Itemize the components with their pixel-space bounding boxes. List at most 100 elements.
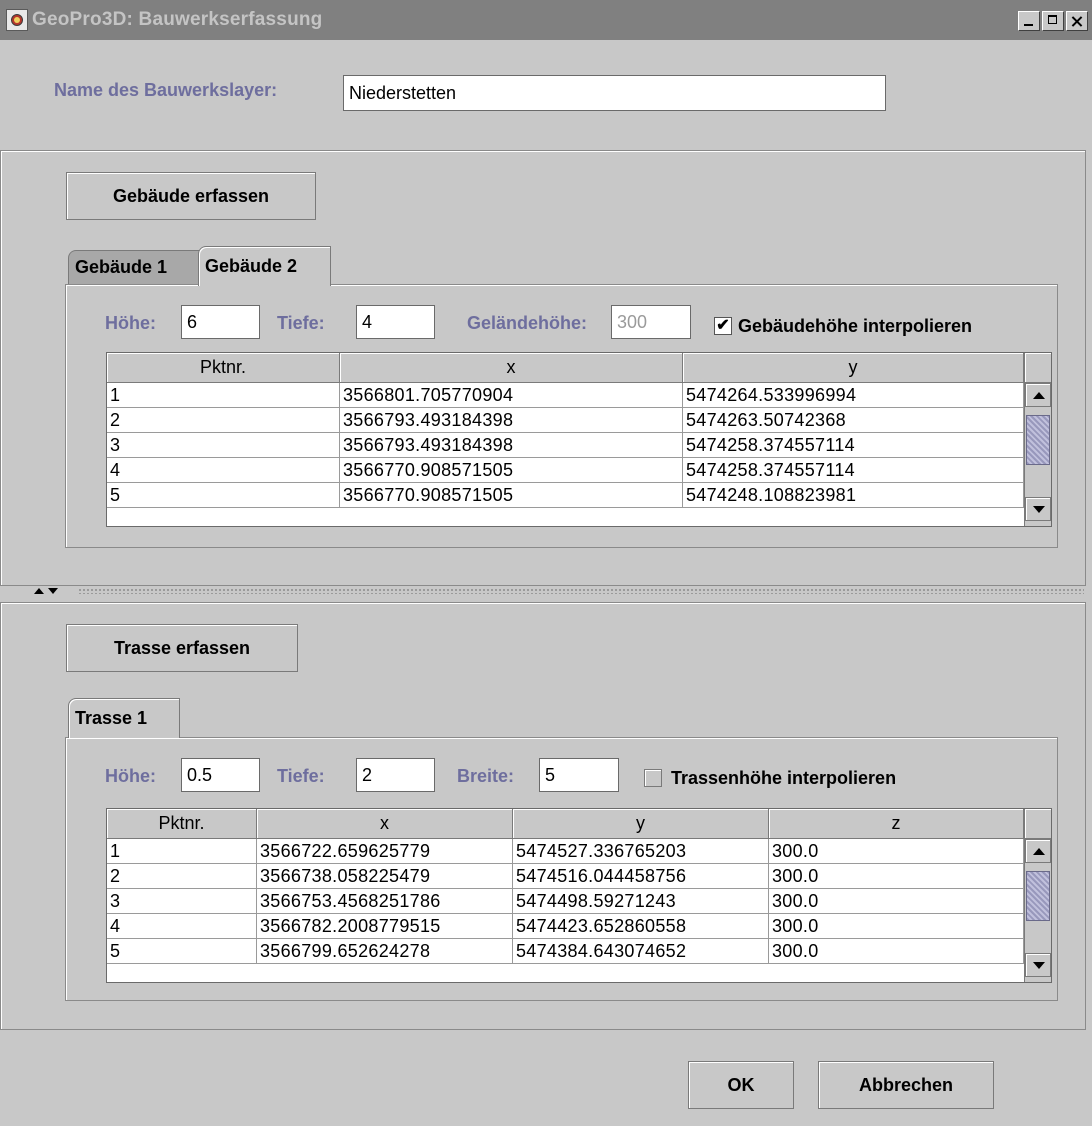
cell-x[interactable]: 3566793.493184398 <box>340 433 683 458</box>
splitter-grip[interactable] <box>78 588 1084 594</box>
cell-y[interactable]: 5474516.044458756 <box>513 864 769 889</box>
cell-pktnr[interactable]: 2 <box>107 864 257 889</box>
route-interpolate-checkbox[interactable] <box>644 769 662 787</box>
scroll-thumb[interactable] <box>1026 415 1050 465</box>
capture-route-button[interactable]: Trasse erfassen <box>66 624 298 672</box>
splitter-up-arrow-icon[interactable] <box>34 588 44 594</box>
cell-pktnr[interactable]: 5 <box>107 939 257 964</box>
cell-x[interactable]: 3566753.4568251786 <box>257 889 513 914</box>
route-depth-input[interactable]: 2 <box>356 758 435 792</box>
terrain-height-input[interactable]: 300 <box>611 305 691 339</box>
cell-y[interactable]: 5474423.652860558 <box>513 914 769 939</box>
table-row[interactable]: 5 3566770.908571505 5474248.108823981 <box>107 483 1024 508</box>
scroll-up-button[interactable] <box>1025 839 1051 863</box>
cell-pktnr[interactable]: 1 <box>107 839 257 864</box>
cell-pktnr[interactable]: 1 <box>107 383 340 408</box>
cell-pktnr[interactable]: 5 <box>107 483 340 508</box>
table-row[interactable]: 4 3566782.2008779515 5474423.652860558 3… <box>107 914 1024 939</box>
layer-name-input[interactable]: Niederstetten <box>343 75 886 111</box>
building-interpolate-checkbox[interactable]: ✔ <box>714 317 732 335</box>
cell-pktnr[interactable]: 3 <box>107 433 340 458</box>
capture-route-label: Trasse erfassen <box>113 638 251 658</box>
building-table-body: 1 3566801.705770904 5474264.533996994 2 … <box>107 383 1024 508</box>
capture-building-button[interactable]: Gebäude erfassen <box>66 172 316 220</box>
cell-x[interactable]: 3566793.493184398 <box>340 408 683 433</box>
close-button[interactable] <box>1066 11 1088 31</box>
route-points-table[interactable]: Pktnr. x y z 1 3566722.659625779 5474527… <box>106 808 1052 983</box>
column-header-x[interactable]: x <box>257 809 513 839</box>
column-header-y[interactable]: y <box>513 809 769 839</box>
cell-y[interactable]: 5474263.50742368 <box>683 408 1024 433</box>
scroll-down-button[interactable] <box>1025 497 1051 521</box>
cell-x[interactable]: 3566799.652624278 <box>257 939 513 964</box>
cell-z[interactable]: 300.0 <box>769 914 1024 939</box>
building-depth-label: Tiefe: <box>277 313 325 333</box>
building-table-scrollbar[interactable] <box>1024 383 1051 526</box>
table-row[interactable]: 3 3566753.4568251786 5474498.59271243 30… <box>107 889 1024 914</box>
cell-x[interactable]: 3566722.659625779 <box>257 839 513 864</box>
cell-z[interactable]: 300.0 <box>769 939 1024 964</box>
scroll-thumb[interactable] <box>1026 871 1050 921</box>
table-row[interactable]: 2 3566738.058225479 5474516.044458756 30… <box>107 864 1024 889</box>
cell-x[interactable]: 3566770.908571505 <box>340 458 683 483</box>
column-header-y[interactable]: y <box>683 353 1024 383</box>
route-table-body: 1 3566722.659625779 5474527.336765203 30… <box>107 839 1024 964</box>
cell-pktnr[interactable]: 3 <box>107 889 257 914</box>
cell-x[interactable]: 3566782.2008779515 <box>257 914 513 939</box>
cell-y[interactable]: 5474258.374557114 <box>683 458 1024 483</box>
minimize-button[interactable] <box>1018 11 1040 31</box>
cell-x[interactable]: 3566770.908571505 <box>340 483 683 508</box>
cell-y[interactable]: 5474498.59271243 <box>513 889 769 914</box>
cancel-label: Abbrechen <box>858 1075 954 1095</box>
cell-x[interactable]: 3566738.058225479 <box>257 864 513 889</box>
column-header-x[interactable]: x <box>340 353 683 383</box>
route-height-input[interactable]: 0.5 <box>181 758 260 792</box>
column-header-pktnr[interactable]: Pktnr. <box>107 353 340 383</box>
cell-y[interactable]: 5474384.643074652 <box>513 939 769 964</box>
route-width-label: Breite: <box>457 766 515 786</box>
building-points-table[interactable]: Pktnr. x y 1 3566801.705770904 5474264.5… <box>106 352 1052 527</box>
maximize-button[interactable] <box>1042 11 1064 31</box>
splitter-down-arrow-icon[interactable] <box>48 588 58 594</box>
table-header: Pktnr. x y z <box>107 809 1024 839</box>
table-row[interactable]: 1 3566801.705770904 5474264.533996994 <box>107 383 1024 408</box>
table-corner <box>1024 809 1051 839</box>
table-row[interactable]: 3 3566793.493184398 5474258.374557114 <box>107 433 1024 458</box>
java-app-icon <box>6 9 28 31</box>
cell-y[interactable]: 5474258.374557114 <box>683 433 1024 458</box>
cell-z[interactable]: 300.0 <box>769 864 1024 889</box>
cell-pktnr[interactable]: 4 <box>107 914 257 939</box>
ok-label: OK <box>727 1075 755 1095</box>
table-header: Pktnr. x y <box>107 353 1024 383</box>
route-width-input[interactable]: 5 <box>539 758 619 792</box>
column-header-z[interactable]: z <box>769 809 1024 839</box>
scroll-down-button[interactable] <box>1025 953 1051 977</box>
cell-y[interactable]: 5474527.336765203 <box>513 839 769 864</box>
tab-trasse-1[interactable]: Trasse 1 <box>68 698 180 738</box>
cell-x[interactable]: 3566801.705770904 <box>340 383 683 408</box>
cell-pktnr[interactable]: 4 <box>107 458 340 483</box>
building-depth-input[interactable]: 4 <box>356 305 435 339</box>
table-row[interactable]: 2 3566793.493184398 5474263.50742368 <box>107 408 1024 433</box>
cell-pktnr[interactable]: 2 <box>107 408 340 433</box>
cell-y[interactable]: 5474264.533996994 <box>683 383 1024 408</box>
tab-gebaeude-2[interactable]: Gebäude 2 <box>198 246 331 286</box>
splitter-arrows[interactable] <box>34 586 74 596</box>
terrain-height-label: Geländehöhe: <box>467 313 588 333</box>
table-row[interactable]: 4 3566770.908571505 5474258.374557114 <box>107 458 1024 483</box>
cell-z[interactable]: 300.0 <box>769 839 1024 864</box>
route-height-label: Höhe: <box>105 766 156 786</box>
route-table-scrollbar[interactable] <box>1024 839 1051 982</box>
table-row[interactable]: 5 3566799.652624278 5474384.643074652 30… <box>107 939 1024 964</box>
tab-gebaeude-1[interactable]: Gebäude 1 <box>68 250 202 284</box>
window-title: GeoPro3D: Bauwerkserfassung <box>32 9 323 30</box>
ok-button[interactable]: OK <box>688 1061 794 1109</box>
cell-z[interactable]: 300.0 <box>769 889 1024 914</box>
table-row[interactable]: 1 3566722.659625779 5474527.336765203 30… <box>107 839 1024 864</box>
scroll-up-button[interactable] <box>1025 383 1051 407</box>
title-bar[interactable]: GeoPro3D: Bauwerkserfassung <box>0 0 1092 40</box>
cancel-button[interactable]: Abbrechen <box>818 1061 994 1109</box>
column-header-pktnr[interactable]: Pktnr. <box>107 809 257 839</box>
building-height-input[interactable]: 6 <box>181 305 260 339</box>
cell-y[interactable]: 5474248.108823981 <box>683 483 1024 508</box>
